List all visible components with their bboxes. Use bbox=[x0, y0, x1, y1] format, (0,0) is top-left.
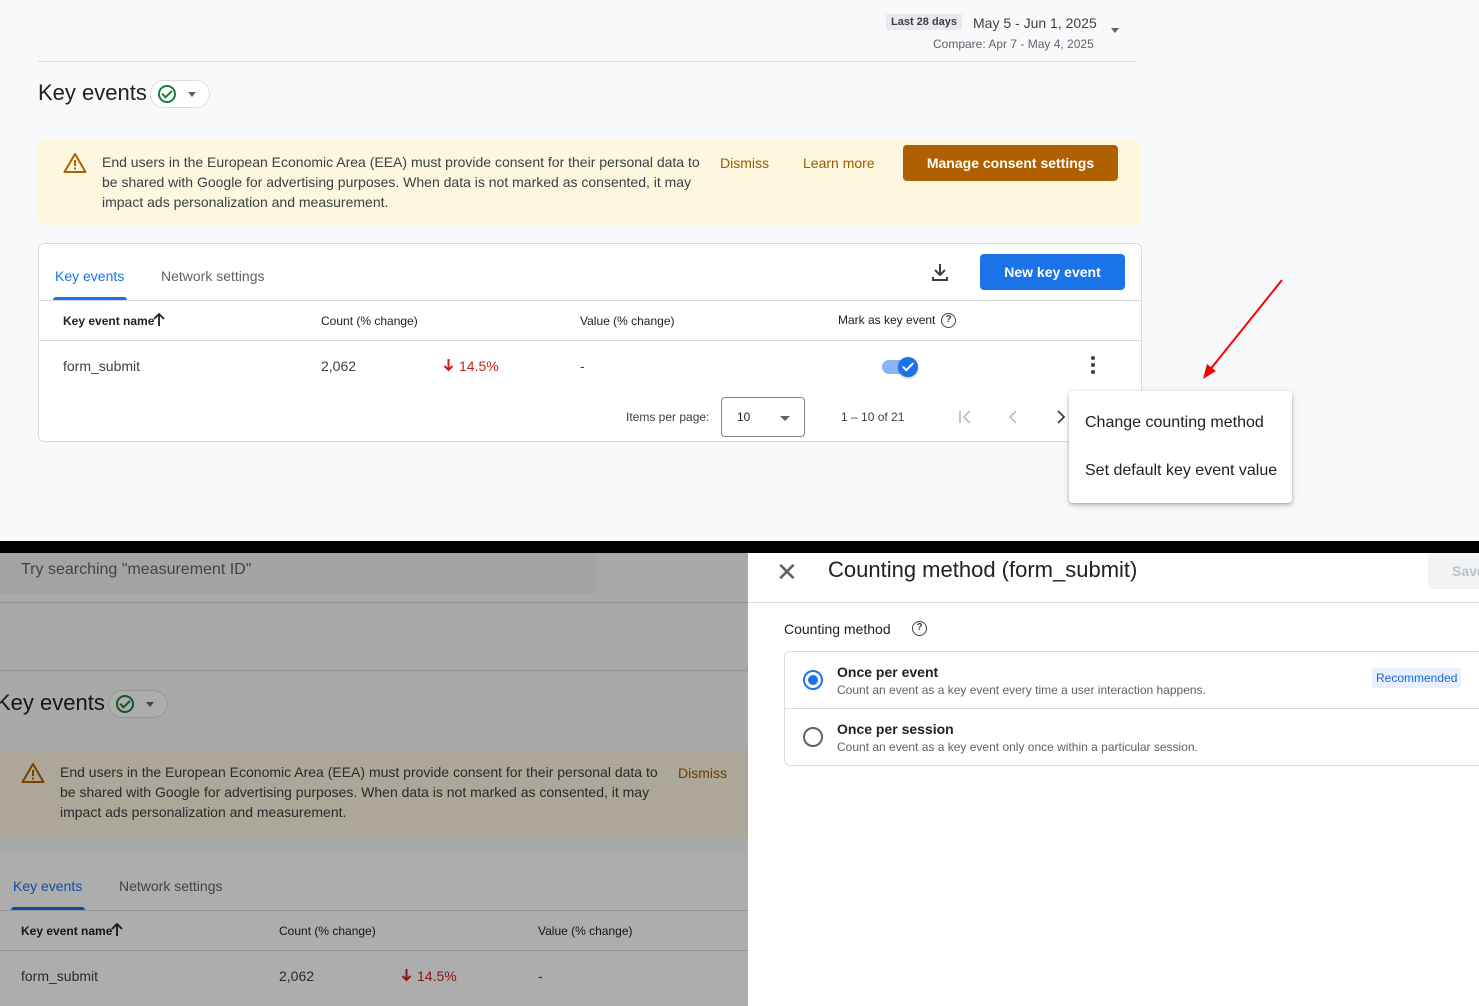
more-vert-icon[interactable] bbox=[1086, 356, 1100, 376]
counting-method-screen: Try searching "measurement ID" Key event… bbox=[0, 553, 1479, 1006]
date-preset-chip: Last 28 days bbox=[886, 14, 963, 30]
next-page-icon[interactable] bbox=[1054, 409, 1068, 425]
dismiss-button[interactable]: Dismiss bbox=[720, 155, 769, 171]
close-icon[interactable]: ✕ bbox=[776, 559, 798, 585]
pagination-range: 1 – 10 of 21 bbox=[841, 410, 905, 424]
panel-title: Counting method (form_submit) bbox=[828, 557, 1138, 582]
menu-item-change-counting-method[interactable]: Change counting method bbox=[1085, 414, 1264, 432]
previous-page-icon[interactable] bbox=[1006, 409, 1020, 425]
items-per-page-select[interactable]: 10 bbox=[721, 397, 805, 437]
column-header-name[interactable]: Key event name bbox=[63, 314, 154, 328]
page-title: Key events bbox=[38, 80, 147, 105]
date-range-picker[interactable]: Last 28 days May 5 - Jun 1, 2025 Compare… bbox=[886, 12, 1126, 54]
chevron-down-icon bbox=[188, 92, 196, 97]
panel-header-divider bbox=[748, 602, 1479, 603]
background-page: Try searching "measurement ID" Key event… bbox=[0, 553, 748, 1006]
table-header-bottom-border bbox=[39, 340, 1141, 341]
items-per-page-label: Items per page: bbox=[626, 410, 710, 424]
tab-network-settings[interactable]: Network settings bbox=[161, 268, 264, 284]
save-button[interactable]: Save bbox=[1428, 553, 1479, 589]
check-circle-icon bbox=[158, 85, 176, 103]
counting-method-panel: ✕ Counting method (form_submit) Save Cou… bbox=[748, 553, 1479, 1006]
learn-more-link[interactable]: Learn more bbox=[803, 155, 875, 171]
annotation-arrow-icon bbox=[1203, 279, 1283, 379]
event-name-cell: form_submit bbox=[63, 358, 141, 374]
mark-key-event-toggle[interactable] bbox=[882, 357, 920, 377]
option-once-per-session[interactable]: Once per session Count an event as a key… bbox=[785, 709, 1479, 766]
manage-consent-button[interactable]: Manage consent settings bbox=[903, 145, 1118, 181]
key-events-page-top: Last 28 days May 5 - Jun 1, 2025 Compare… bbox=[0, 0, 1479, 541]
radio-once-per-event[interactable] bbox=[803, 670, 823, 690]
option-title: Once per session bbox=[837, 721, 954, 737]
value-cell: - bbox=[580, 358, 585, 374]
counting-method-options: Once per event Count an event as a key e… bbox=[784, 651, 1479, 766]
option-title: Once per event bbox=[837, 664, 939, 680]
column-header-count[interactable]: Count (% change) bbox=[321, 314, 418, 328]
warning-icon bbox=[63, 153, 87, 173]
status-dropdown[interactable] bbox=[150, 80, 210, 108]
date-range-text: May 5 - Jun 1, 2025 bbox=[973, 15, 1097, 31]
new-key-event-button[interactable]: New key event bbox=[980, 254, 1125, 290]
chevron-down-icon bbox=[780, 416, 790, 421]
arrow-down-icon bbox=[443, 359, 454, 372]
counting-method-label: Counting method bbox=[784, 621, 891, 637]
option-once-per-event[interactable]: Once per event Count an event as a key e… bbox=[785, 652, 1479, 708]
first-page-icon[interactable] bbox=[957, 409, 973, 425]
count-cell: 2,062 bbox=[321, 358, 357, 374]
row-actions-menu: Change counting method Set default key e… bbox=[1069, 391, 1292, 503]
help-icon[interactable]: ? bbox=[912, 621, 927, 636]
count-change-cell: 14.5% bbox=[459, 358, 499, 374]
option-description: Count an event as a key event every time… bbox=[837, 683, 1206, 697]
sort-ascending-icon[interactable] bbox=[153, 313, 165, 327]
modal-scrim[interactable] bbox=[0, 553, 748, 1006]
radio-once-per-session[interactable] bbox=[803, 727, 823, 747]
tab-key-events[interactable]: Key events bbox=[55, 268, 124, 284]
menu-item-set-default-value[interactable]: Set default key event value bbox=[1085, 462, 1277, 480]
chevron-down-icon[interactable] bbox=[1111, 28, 1119, 33]
compare-range-text: Compare: Apr 7 - May 4, 2025 bbox=[933, 37, 1094, 51]
column-header-mark: Mark as key event bbox=[838, 313, 936, 327]
banner-message: End users in the European Economic Area … bbox=[102, 154, 700, 210]
help-icon[interactable]: ? bbox=[941, 313, 956, 328]
option-description: Count an event as a key event only once … bbox=[837, 740, 1198, 754]
recommended-badge: Recommended bbox=[1372, 668, 1462, 688]
check-icon bbox=[898, 357, 918, 377]
table-header-top-border bbox=[39, 300, 1141, 301]
divider bbox=[38, 61, 1136, 62]
column-header-value[interactable]: Value (% change) bbox=[580, 314, 675, 328]
download-icon[interactable] bbox=[930, 262, 950, 282]
